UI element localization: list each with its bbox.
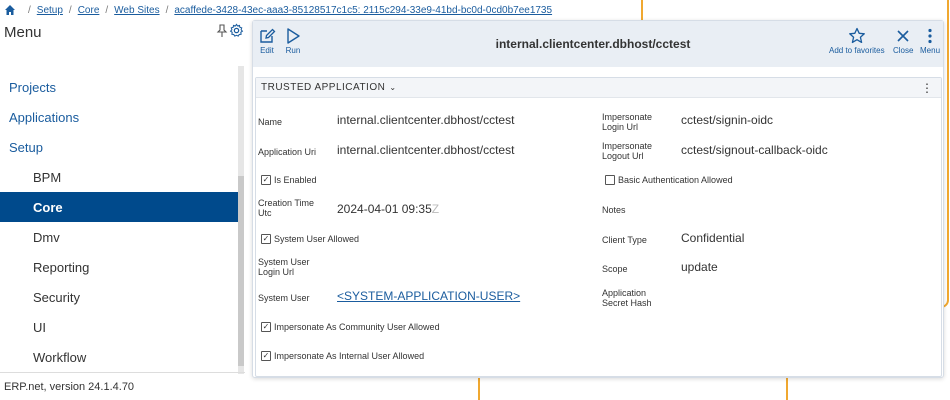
creation-time-value: 2024-04-01 09:35Z bbox=[337, 202, 440, 216]
notes-label: Notes bbox=[602, 205, 626, 215]
breadcrumb-core[interactable]: Core bbox=[78, 5, 100, 16]
menu-label: Menu bbox=[920, 46, 941, 55]
sidebar-item-ui[interactable]: UI bbox=[0, 312, 238, 342]
system-user-login-url-label: System User Login Url bbox=[258, 257, 310, 277]
basic-auth-checkbox[interactable]: Basic Authentication Allowed bbox=[605, 175, 733, 185]
breadcrumb-web-sites[interactable]: Web Sites bbox=[114, 5, 159, 16]
sidebar-item-setup[interactable]: Setup bbox=[0, 132, 238, 162]
sidebar-scrollbar[interactable] bbox=[238, 66, 244, 374]
system-user-allowed-label: System User Allowed bbox=[274, 234, 360, 244]
favorites-label: Add to favorites bbox=[829, 46, 885, 55]
creation-time-label: Creation Time Utc bbox=[258, 198, 315, 218]
section-header[interactable]: TRUSTED APPLICATION ⌄ bbox=[256, 78, 941, 98]
sidebar-item-bpm[interactable]: BPM bbox=[0, 162, 238, 192]
version-text: ERP.net, version 24.1.4.70 bbox=[0, 372, 245, 400]
kebab-menu-icon bbox=[928, 28, 932, 44]
sidebar-item-dmv[interactable]: Dmv bbox=[0, 222, 238, 252]
toolbar: Edit Run internal.clientcenter.dbhost/cc… bbox=[253, 21, 943, 67]
secret-hash-label: Application Secret Hash bbox=[602, 288, 652, 308]
impersonate-internal-label: Impersonate As Internal User Allowed bbox=[274, 351, 425, 361]
impersonate-community-label: Impersonate As Community User Allowed bbox=[274, 322, 440, 332]
menu-button[interactable]: Menu bbox=[920, 27, 940, 55]
menu-title: Menu bbox=[4, 24, 42, 41]
sidebar-item-security[interactable]: Security bbox=[0, 282, 238, 312]
sidebar-item-workflow[interactable]: Workflow bbox=[0, 342, 238, 372]
close-label: Close bbox=[893, 46, 914, 55]
play-icon bbox=[287, 28, 300, 44]
basic-auth-label: Basic Authentication Allowed bbox=[618, 175, 733, 185]
is-enabled-checkbox[interactable]: ✓ Is Enabled bbox=[261, 175, 317, 185]
name-value: internal.clientcenter.dbhost/cctest bbox=[337, 113, 515, 127]
breadcrumb-separator: / bbox=[28, 4, 31, 16]
close-icon bbox=[897, 30, 909, 42]
checkbox-unchecked-icon bbox=[605, 175, 615, 185]
app-uri-label: Application Uri bbox=[258, 147, 317, 157]
detail-panel: Edit Run internal.clientcenter.dbhost/cc… bbox=[252, 20, 944, 378]
system-user-allowed-checkbox[interactable]: ✓ System User Allowed bbox=[261, 234, 359, 244]
impersonate-community-checkbox[interactable]: ✓ Impersonate As Community User Allowed bbox=[261, 322, 440, 332]
breadcrumb-separator: / bbox=[68, 4, 72, 16]
is-enabled-label: Is Enabled bbox=[274, 175, 317, 185]
close-button[interactable]: Close bbox=[893, 27, 913, 55]
impersonate-internal-checkbox[interactable]: ✓ Impersonate As Internal User Allowed bbox=[261, 351, 424, 361]
edit-icon bbox=[260, 28, 276, 43]
panel-title: internal.clientcenter.dbhost/cctest bbox=[495, 37, 691, 51]
sidebar-item-reporting[interactable]: Reporting bbox=[0, 252, 238, 282]
run-label: Run bbox=[285, 46, 301, 55]
client-type-label: Client Type bbox=[602, 235, 647, 245]
name-label: Name bbox=[258, 117, 283, 127]
star-icon bbox=[848, 27, 865, 44]
chevron-down-icon: ⌄ bbox=[389, 83, 397, 92]
trusted-application-section: TRUSTED APPLICATION ⌄ ⋮ Name internal.cl… bbox=[255, 77, 942, 377]
sidebar-item-projects[interactable]: Projects bbox=[0, 72, 238, 102]
impersonate-login-url-value: cctest/signin-oidc bbox=[681, 113, 774, 127]
breadcrumb-setup[interactable]: Setup bbox=[37, 5, 63, 16]
system-user-label: System User bbox=[258, 293, 310, 303]
checkbox-checked-icon: ✓ bbox=[261, 322, 271, 332]
scope-label: Scope bbox=[602, 264, 628, 274]
impersonate-logout-url-value: cctest/signout-callback-oidc bbox=[681, 143, 828, 157]
client-type-value: Confidential bbox=[681, 231, 745, 245]
sidebar: Menu Projects Applications Setup BPM Cor… bbox=[0, 20, 245, 400]
section-menu-icon[interactable]: ⋮ bbox=[921, 81, 933, 95]
sidebar-item-core[interactable]: Core bbox=[0, 192, 238, 222]
pin-icon[interactable] bbox=[216, 24, 228, 38]
breadcrumb-current[interactable]: acaffede-3428-43ec-aaa3-85128517c1c5: 21… bbox=[174, 5, 552, 16]
gear-icon[interactable] bbox=[229, 23, 244, 38]
checkbox-checked-icon: ✓ bbox=[261, 234, 271, 244]
add-to-favorites-button[interactable]: Add to favorites bbox=[829, 27, 885, 55]
checkbox-checked-icon: ✓ bbox=[261, 351, 271, 361]
run-button[interactable]: Run bbox=[284, 27, 302, 55]
breadcrumb-separator: / bbox=[165, 4, 169, 16]
section-title: TRUSTED APPLICATION bbox=[261, 82, 386, 93]
edit-button[interactable]: Edit bbox=[258, 27, 276, 55]
app-uri-value: internal.clientcenter.dbhost/cctest bbox=[337, 143, 515, 157]
impersonate-logout-url-label: Impersonate Logout Url bbox=[602, 141, 653, 161]
edit-label: Edit bbox=[260, 46, 274, 55]
scrollbar-thumb[interactable] bbox=[238, 176, 244, 366]
checkbox-checked-icon: ✓ bbox=[261, 175, 271, 185]
breadcrumb-separator: / bbox=[105, 4, 109, 16]
sidebar-item-applications[interactable]: Applications bbox=[0, 102, 238, 132]
scope-value: update bbox=[681, 260, 718, 274]
home-icon[interactable] bbox=[4, 4, 16, 16]
impersonate-login-url-label: Impersonate Login Url bbox=[602, 112, 653, 132]
system-user-link[interactable]: <SYSTEM-APPLICATION-USER> bbox=[337, 289, 520, 303]
